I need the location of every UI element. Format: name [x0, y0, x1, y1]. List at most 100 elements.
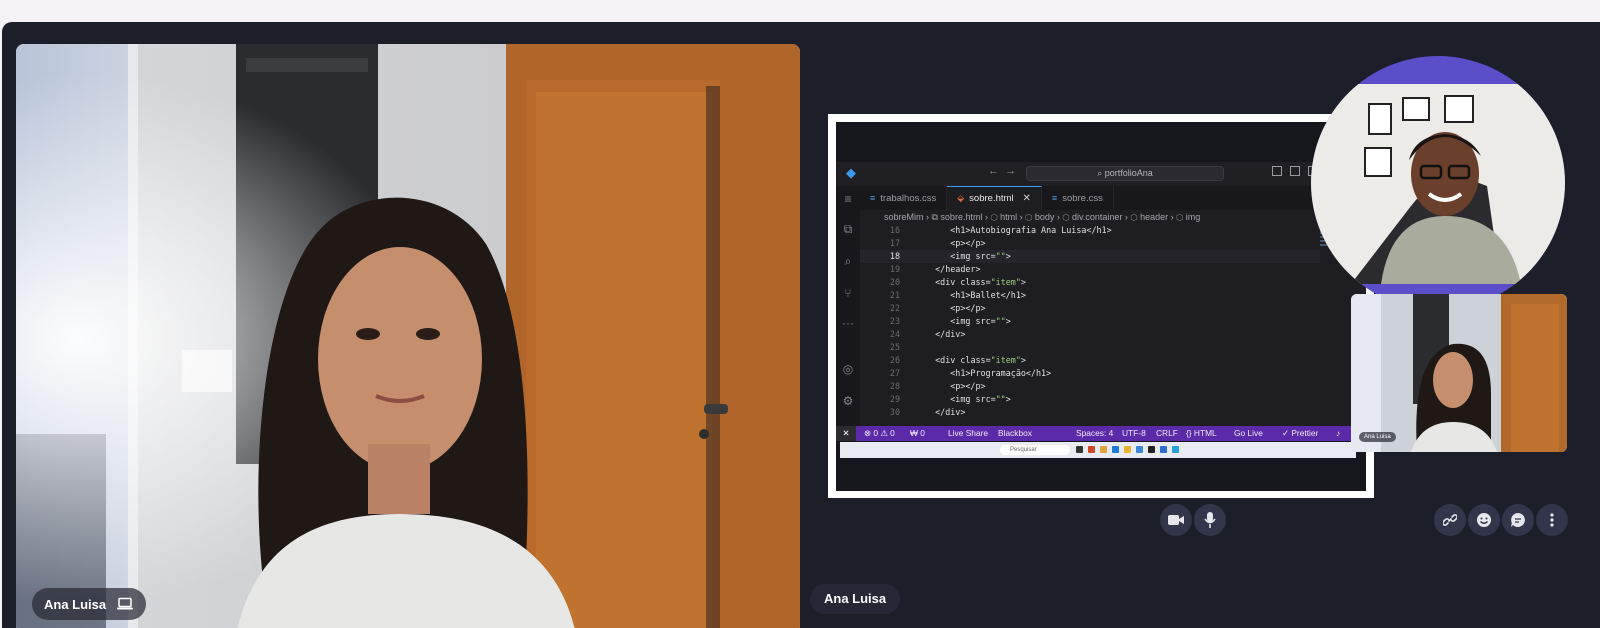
camera-button[interactable]: [1160, 504, 1192, 536]
line-number: 19: [889, 264, 900, 274]
taskbar-app-icon[interactable]: [1100, 446, 1107, 453]
more-icon[interactable]: ···: [841, 316, 855, 330]
encoding-status[interactable]: UTF-8: [1122, 426, 1146, 441]
line-number: 16: [889, 225, 900, 235]
tab-sobre-css[interactable]: ≡ sobre.css: [1042, 186, 1114, 210]
code-token: "item": [990, 355, 1021, 365]
code-token: src=: [975, 251, 996, 261]
live-share-status[interactable]: Live Share: [948, 426, 988, 441]
prettier-status[interactable]: ✓ Prettier: [1282, 426, 1318, 441]
editor-tabs: ≡ trabalhos.css ⬙ sobre.html ✕ ≡ sobre.c…: [860, 186, 1366, 210]
vscode-logo-icon: ◆: [846, 165, 856, 180]
line-number: 20: [889, 277, 900, 287]
source-control-icon[interactable]: ⑂: [841, 286, 855, 300]
code-editor[interactable]: 16 <h1>Autobiografia Ana Luisa</h1> 17 <p…: [860, 224, 1366, 426]
taskbar-search[interactable]: Pesquisar: [1000, 445, 1070, 455]
code-token: src=: [975, 394, 996, 404]
code-line[interactable]: 22 <p></p>: [860, 302, 1320, 315]
taskbar-app-icon[interactable]: [1124, 446, 1131, 453]
code-line[interactable]: 19 </header>: [860, 263, 1320, 276]
breadcrumb[interactable]: sobreMim › ⧉ sobre.html › ⬡ html › ⬡ bod…: [860, 210, 1366, 224]
screen-share-tile[interactable]: ◆ ← → ⌕ portfolioAna ≡ ⧉ ⌕ ⑂ ··· ◎ ⚙ ≡ t…: [828, 114, 1374, 498]
tab-trabalhos-css[interactable]: ≡ trabalhos.css: [860, 186, 948, 210]
code-token: class=: [960, 277, 991, 287]
blackbox-status[interactable]: Blackbox: [998, 426, 1032, 441]
taskbar-app-icon[interactable]: [1172, 446, 1179, 453]
code-token: <h1>Ballet</h1>: [950, 290, 1026, 300]
code-line[interactable]: 20 <div class="item">: [860, 276, 1320, 289]
language-status[interactable]: {} HTML: [1186, 426, 1217, 441]
close-icon[interactable]: ✕: [1023, 193, 1031, 204]
taskbar-app-icon[interactable]: [1148, 446, 1155, 453]
eol-status[interactable]: CRLF: [1156, 426, 1178, 441]
command-search[interactable]: ⌕ portfolioAna: [1026, 166, 1224, 181]
indent-status[interactable]: Spaces: 4: [1076, 426, 1113, 441]
go-live-status[interactable]: Go Live: [1234, 426, 1263, 441]
code-token: <h1>Programação</h1>: [950, 368, 1052, 378]
code-line[interactable]: 27 <h1>Programação</h1>: [860, 367, 1320, 380]
code-token: <h1>Autobiografia Ana Luisa</h1>: [950, 225, 1112, 235]
code-token: <p></p>: [950, 381, 986, 391]
line-number: 23: [889, 316, 900, 326]
line-number: 28: [889, 381, 900, 391]
windows-taskbar: Pesquisar: [840, 442, 1356, 458]
self-view-tile[interactable]: Ana Luisa: [1351, 294, 1567, 452]
code-line[interactable]: 18 <img src="">: [860, 250, 1320, 263]
search-icon[interactable]: ⌕: [841, 254, 855, 268]
chat-button[interactable]: [1502, 504, 1534, 536]
code-line[interactable]: 26 <div class="item">: [860, 354, 1320, 367]
code-line[interactable]: 17 <p></p>: [860, 237, 1320, 250]
code-token: >: [1005, 316, 1011, 326]
code-line[interactable]: 16 <h1>Autobiografia Ana Luisa</h1>: [860, 224, 1320, 237]
code-line[interactable]: 30 </div>: [860, 406, 1320, 419]
tab-sobre-html[interactable]: ⬙ sobre.html ✕: [947, 186, 1042, 210]
taskbar-app-icon[interactable]: [1160, 446, 1167, 453]
explorer-icon[interactable]: ⧉: [841, 222, 855, 236]
line-number: 29: [889, 394, 900, 404]
microphone-button[interactable]: [1194, 504, 1226, 536]
account-icon[interactable]: ◎: [841, 362, 855, 376]
participant-video-feed: [16, 44, 800, 628]
taskbar-app-icon[interactable]: [1136, 446, 1143, 453]
screen-share-name-pill: Ana Luisa: [810, 584, 901, 614]
code-line[interactable]: 25: [860, 341, 1320, 354]
problems-status[interactable]: ⊗ 0 ⚠ 0: [864, 426, 895, 441]
reactions-button[interactable]: [1468, 504, 1500, 536]
code-token: >: [1020, 355, 1026, 365]
line-number: 24: [889, 329, 900, 339]
taskbar-app-icon[interactable]: [1112, 446, 1119, 453]
ports-status[interactable]: ₩ 0: [910, 426, 925, 441]
main-video-tile[interactable]: Ana Luisa: [16, 44, 800, 628]
more-options-button[interactable]: [1536, 504, 1568, 536]
code-line[interactable]: 23 <img src="">: [860, 315, 1320, 328]
taskbar-app-icon[interactable]: [1076, 446, 1083, 453]
remote-icon[interactable]: ✕: [836, 426, 856, 441]
menu-icon[interactable]: ≡: [841, 192, 855, 206]
code-token: >: [1020, 277, 1026, 287]
line-number: 18: [889, 251, 900, 261]
copy-link-button[interactable]: [1434, 504, 1466, 536]
code-token: <img: [950, 394, 976, 404]
code-token: class=: [960, 355, 991, 365]
navigation-arrows-icon: ← →: [988, 165, 1017, 177]
code-line[interactable]: 21 <h1>Ballet</h1>: [860, 289, 1320, 302]
code-line[interactable]: 24 </div>: [860, 328, 1320, 341]
code-line[interactable]: 29 <img src="">: [860, 393, 1320, 406]
active-speaker-video[interactable]: [1311, 56, 1565, 310]
bell-icon[interactable]: ♪: [1336, 426, 1340, 441]
line-number: 22: [889, 303, 900, 313]
settings-gear-icon[interactable]: ⚙: [841, 394, 855, 408]
taskbar-app-icon[interactable]: [1088, 446, 1095, 453]
css-file-icon: ≡: [870, 193, 876, 203]
code-token: </header>: [935, 264, 981, 274]
code-line[interactable]: 28 <p></p>: [860, 380, 1320, 393]
